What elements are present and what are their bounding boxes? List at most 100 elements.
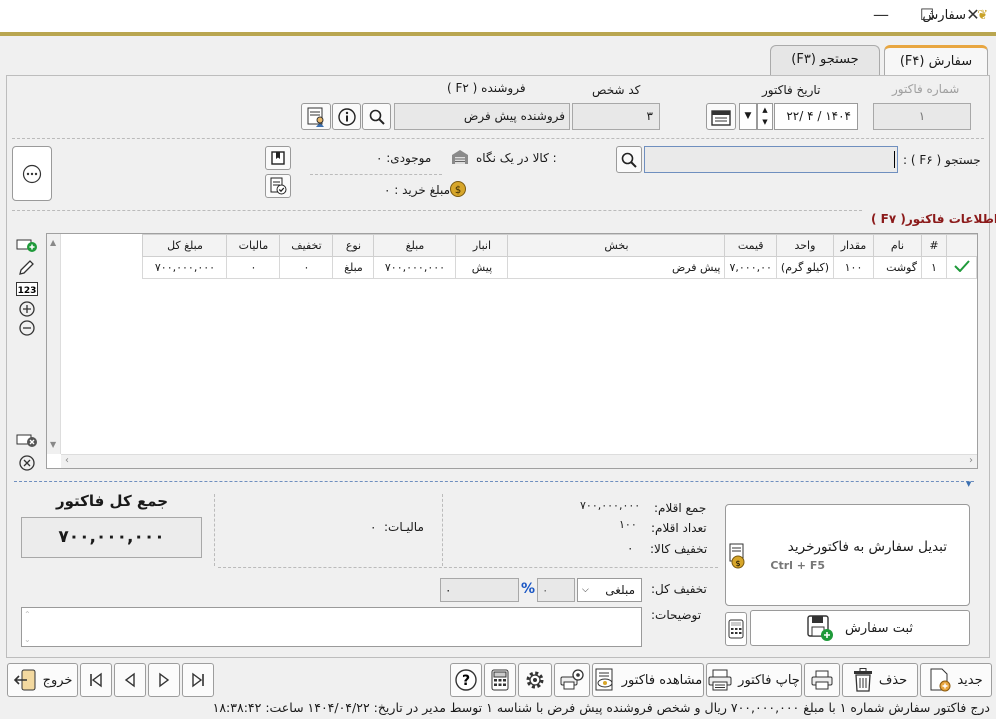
exit-button[interactable]: خروج [7,663,78,697]
increase-button[interactable] [19,301,35,320]
minus-circle-icon [19,320,35,336]
col-total[interactable]: مبلغ کل [142,234,228,257]
col-name[interactable]: نام [873,234,922,257]
delete-row-icon [16,434,37,447]
col-quantity[interactable]: مقدار [833,234,874,257]
col-tax[interactable]: مالیات [226,234,281,257]
cell-amount[interactable]: ۷۰۰,۰۰۰,۰۰۰ [373,256,457,279]
discount-type-select[interactable]: مبلغی ⌵ [577,578,642,602]
cell-discount[interactable]: ۰ [279,256,334,279]
search-input[interactable] [644,146,898,173]
section-divider [14,481,974,487]
warehouse-icon [451,149,469,168]
delete-row-button[interactable] [16,432,38,451]
person-code-field[interactable]: ۳ [572,103,660,130]
print-button[interactable] [804,663,840,697]
col-section[interactable]: بخش [507,234,726,257]
cell-type[interactable]: مبلغ [332,256,375,279]
minimize-button[interactable]: — [858,0,904,32]
more-options-button[interactable] [12,146,52,201]
cell-quantity[interactable]: ۱۰۰ [833,256,874,279]
view-invoice-button[interactable]: مشاهده فاکتور [592,663,704,697]
more-icon [22,164,42,183]
tab-search[interactable]: جستجو (F۳) [770,45,880,75]
print-invoice-icon [708,669,732,691]
col-amount[interactable]: مبلغ [373,234,457,257]
view-invoice-icon [595,668,613,691]
cell-total[interactable]: ۷۰۰,۰۰۰,۰۰۰ [142,256,228,279]
convert-to-purchase-invoice-button[interactable]: تبدیل سفارش به فاکتورخرید Ctrl + F5 [725,504,970,606]
svg-text:123: 123 [18,286,37,296]
print-settings-button[interactable] [554,663,590,697]
search-icon [621,152,637,168]
search-button[interactable] [616,146,642,173]
col-price[interactable]: قیمت [724,234,777,257]
convert-label: تبدیل سفارش به فاکتورخرید [787,538,947,555]
svg-text:$: $ [455,185,461,196]
discount-amount-field[interactable]: ۰ [440,578,519,602]
date-dropdown-button[interactable]: ▼ [739,103,757,130]
invoice-grid[interactable]: # نام مقدار واحد قیمت بخش انبار مبلغ نوع… [46,233,978,469]
settings-button[interactable] [518,663,552,697]
discount-percent-field[interactable]: ۰ [537,578,575,602]
cell-name[interactable]: گوشت [873,256,922,279]
numeric-button[interactable]: 123 [16,282,38,299]
first-record-button[interactable] [80,663,112,697]
seller-info-button[interactable] [332,103,361,130]
col-index[interactable]: # [921,234,947,257]
delete-button[interactable]: حذف [842,663,918,697]
tab-order[interactable]: سفارش (F۴) [884,45,988,76]
new-button[interactable]: جدید [920,663,992,697]
maximize-button[interactable]: ☐ [904,0,950,32]
chevron-down-icon: ⌵ [582,585,589,595]
seller-field[interactable]: فروشنده پیش فرض [394,103,570,130]
save-order-button[interactable]: ثبت سفارش [750,610,970,646]
bookmark-button[interactable] [265,146,291,170]
cell-index[interactable]: ۱ [921,256,947,279]
vertical-scrollbar[interactable]: ▲ ▼ [47,234,61,454]
collapse-arrow-icon[interactable]: ▼ [966,480,971,488]
gear-icon [526,671,544,689]
cell-price[interactable]: ۷,۰۰۰,۰۰ [724,256,777,279]
cell-warehouse[interactable]: پیش [455,256,509,279]
notes-textarea[interactable]: ⌃ ⌄ [21,607,642,647]
seller-search-button[interactable] [362,103,391,130]
checklist-button[interactable] [265,174,291,198]
decrease-button[interactable] [19,320,35,339]
col-discount[interactable]: تخفیف [279,234,334,257]
calendar-button[interactable] [706,103,736,130]
clear-rows-button[interactable] [19,455,35,474]
cell-tax[interactable]: ۰ [226,256,281,279]
cell-unit[interactable]: (کیلو گرم) [775,256,835,279]
goods-discount-label: تخفیف کالا: [650,542,708,556]
invoice-info-divider [12,210,862,211]
calculator-button[interactable] [725,612,747,646]
previous-record-button[interactable] [114,663,146,697]
person-card-button[interactable] [301,103,331,130]
last-record-button[interactable] [182,663,214,697]
edit-row-button[interactable] [17,259,35,280]
add-row-button[interactable] [16,237,38,256]
person-card-icon [307,107,324,127]
table-row[interactable]: ۱ گوشت ۱۰۰ (کیلو گرم) ۷,۰۰۰,۰۰ پیش فرض پ… [142,256,977,279]
col-unit[interactable]: واحد [775,234,835,257]
calculator-toolbar-button[interactable] [484,663,516,697]
save-icon [807,615,833,641]
notes-label: توضیحات: [651,608,702,622]
print-invoice-button[interactable]: چاپ فاکتور [706,663,802,697]
col-type[interactable]: نوع [332,234,375,257]
close-button[interactable]: ✕ [950,0,996,32]
horizontal-scrollbar[interactable]: ‹ › [61,454,977,468]
save-order-label: ثبت سفارش [845,620,914,636]
invoice-info-title: اطلاعات فاکتور( F۷ ) [871,212,996,226]
next-record-button[interactable] [148,663,180,697]
convert-shortcut: Ctrl + F5 [770,558,825,572]
invoice-date-field[interactable]: ۱۴۰۴ / ۴ /۲۲ [774,103,858,130]
date-spin-button[interactable]: ▲ ▼ [757,103,773,130]
seller-label: فروشنده ( F۲ ) [447,81,526,95]
cell-section[interactable]: پیش فرض [507,256,726,279]
row-check-cell[interactable] [946,256,977,279]
help-button[interactable]: ? [450,663,482,697]
col-warehouse[interactable]: انبار [455,234,509,257]
items-sum-label: جمع اقلام: [654,501,707,515]
